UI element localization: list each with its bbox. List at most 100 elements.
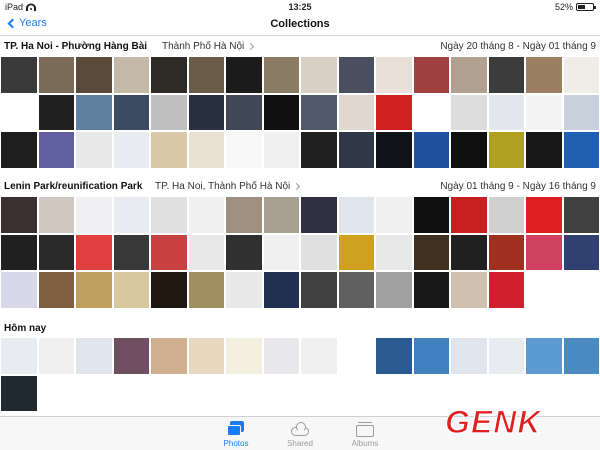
photo-thumbnail[interactable] xyxy=(0,56,38,94)
photo-thumbnail[interactable] xyxy=(150,196,188,234)
photo-thumbnail[interactable] xyxy=(487,196,525,234)
photo-thumbnail[interactable] xyxy=(225,93,263,131)
photo-thumbnail[interactable] xyxy=(337,93,375,131)
photo-thumbnail[interactable] xyxy=(187,131,225,169)
photo-thumbnail[interactable] xyxy=(562,233,600,271)
photo-thumbnail[interactable] xyxy=(300,131,338,169)
tab-shared[interactable]: Shared xyxy=(275,421,325,448)
photo-thumbnail[interactable] xyxy=(562,93,600,131)
photo-thumbnail[interactable] xyxy=(337,337,375,375)
photo-thumbnail[interactable] xyxy=(262,131,300,169)
photo-thumbnail[interactable] xyxy=(375,131,413,169)
photo-thumbnail[interactable] xyxy=(450,93,488,131)
photo-thumbnail[interactable] xyxy=(75,233,113,271)
photo-thumbnail[interactable] xyxy=(0,196,38,234)
photo-thumbnail[interactable] xyxy=(37,93,75,131)
photo-thumbnail[interactable] xyxy=(300,56,338,94)
photo-thumbnail[interactable] xyxy=(525,271,563,309)
photo-thumbnail[interactable] xyxy=(262,93,300,131)
photo-thumbnail[interactable] xyxy=(375,56,413,94)
photo-thumbnail[interactable] xyxy=(487,56,525,94)
photo-thumbnail[interactable] xyxy=(525,196,563,234)
photo-thumbnail[interactable] xyxy=(150,337,188,375)
tab-albums[interactable]: Albums xyxy=(340,421,390,448)
photo-thumbnail[interactable] xyxy=(112,271,150,309)
photo-thumbnail[interactable] xyxy=(450,196,488,234)
photo-thumbnail[interactable] xyxy=(337,131,375,169)
photo-thumbnail[interactable] xyxy=(525,131,563,169)
photo-thumbnail[interactable] xyxy=(187,196,225,234)
photo-thumbnail[interactable] xyxy=(225,131,263,169)
photo-thumbnail[interactable] xyxy=(75,271,113,309)
photo-thumbnail[interactable] xyxy=(37,131,75,169)
photo-thumbnail[interactable] xyxy=(375,93,413,131)
photo-thumbnail[interactable] xyxy=(112,196,150,234)
photo-thumbnail[interactable] xyxy=(562,271,600,309)
collection-header[interactable]: TP. Ha Noi - Phường Hàng Bài Thành Phố H… xyxy=(0,38,600,54)
photo-thumbnail[interactable] xyxy=(262,196,300,234)
photo-thumbnail[interactable] xyxy=(225,196,263,234)
photo-thumbnail[interactable] xyxy=(0,233,38,271)
photo-thumbnail[interactable] xyxy=(225,233,263,271)
photo-thumbnail[interactable] xyxy=(150,233,188,271)
photo-thumbnail[interactable] xyxy=(187,56,225,94)
photo-thumbnail[interactable] xyxy=(37,337,75,375)
photo-thumbnail[interactable] xyxy=(487,93,525,131)
photo-thumbnail[interactable] xyxy=(337,196,375,234)
photo-thumbnail[interactable] xyxy=(412,56,450,94)
photo-thumbnail[interactable] xyxy=(37,271,75,309)
photo-thumbnail[interactable] xyxy=(262,271,300,309)
photo-thumbnail[interactable] xyxy=(112,56,150,94)
photo-thumbnail[interactable] xyxy=(0,93,38,131)
photo-thumbnail[interactable] xyxy=(562,337,600,375)
photo-thumbnail[interactable] xyxy=(525,56,563,94)
photo-thumbnail[interactable] xyxy=(262,337,300,375)
photo-thumbnail[interactable] xyxy=(37,233,75,271)
photo-thumbnail[interactable] xyxy=(0,337,38,375)
photo-thumbnail[interactable] xyxy=(525,93,563,131)
photo-thumbnail[interactable] xyxy=(225,56,263,94)
photo-thumbnail[interactable] xyxy=(112,233,150,271)
photo-thumbnail[interactable] xyxy=(375,196,413,234)
photo-thumbnail[interactable] xyxy=(337,271,375,309)
photo-thumbnail[interactable] xyxy=(450,271,488,309)
photo-thumbnail[interactable] xyxy=(75,93,113,131)
photo-thumbnail[interactable] xyxy=(450,337,488,375)
photo-thumbnail[interactable] xyxy=(412,196,450,234)
photo-thumbnail[interactable] xyxy=(487,337,525,375)
photo-thumbnail[interactable] xyxy=(37,196,75,234)
photo-thumbnail[interactable] xyxy=(562,196,600,234)
photo-thumbnail[interactable] xyxy=(187,271,225,309)
photo-thumbnail[interactable] xyxy=(0,374,38,412)
photo-thumbnail[interactable] xyxy=(112,131,150,169)
photo-thumbnail[interactable] xyxy=(525,233,563,271)
photo-thumbnail[interactable] xyxy=(412,131,450,169)
collection-header[interactable]: Lenin Park/reunification Park TP. Ha Noi… xyxy=(0,178,600,194)
photo-thumbnail[interactable] xyxy=(75,56,113,94)
photo-thumbnail[interactable] xyxy=(450,233,488,271)
photo-thumbnail[interactable] xyxy=(300,196,338,234)
photo-thumbnail[interactable] xyxy=(37,56,75,94)
photo-thumbnail[interactable] xyxy=(375,271,413,309)
photo-thumbnail[interactable] xyxy=(187,337,225,375)
photo-thumbnail[interactable] xyxy=(75,196,113,234)
photo-thumbnail[interactable] xyxy=(562,131,600,169)
photo-thumbnail[interactable] xyxy=(112,93,150,131)
photo-thumbnail[interactable] xyxy=(0,131,38,169)
photo-thumbnail[interactable] xyxy=(150,131,188,169)
photo-thumbnail[interactable] xyxy=(487,131,525,169)
photo-thumbnail[interactable] xyxy=(225,271,263,309)
photo-thumbnail[interactable] xyxy=(300,271,338,309)
photo-thumbnail[interactable] xyxy=(487,271,525,309)
photo-thumbnail[interactable] xyxy=(375,233,413,271)
tab-photos[interactable]: Photos xyxy=(211,421,261,448)
photo-thumbnail[interactable] xyxy=(412,93,450,131)
photo-thumbnail[interactable] xyxy=(337,233,375,271)
photo-thumbnail[interactable] xyxy=(562,56,600,94)
photo-thumbnail[interactable] xyxy=(450,56,488,94)
photo-thumbnail[interactable] xyxy=(487,233,525,271)
photo-thumbnail[interactable] xyxy=(187,93,225,131)
collection-location[interactable]: TP. Ha Noi, Thành Phố Hà Nội xyxy=(155,181,301,192)
photo-thumbnail[interactable] xyxy=(337,56,375,94)
photo-thumbnail[interactable] xyxy=(300,337,338,375)
